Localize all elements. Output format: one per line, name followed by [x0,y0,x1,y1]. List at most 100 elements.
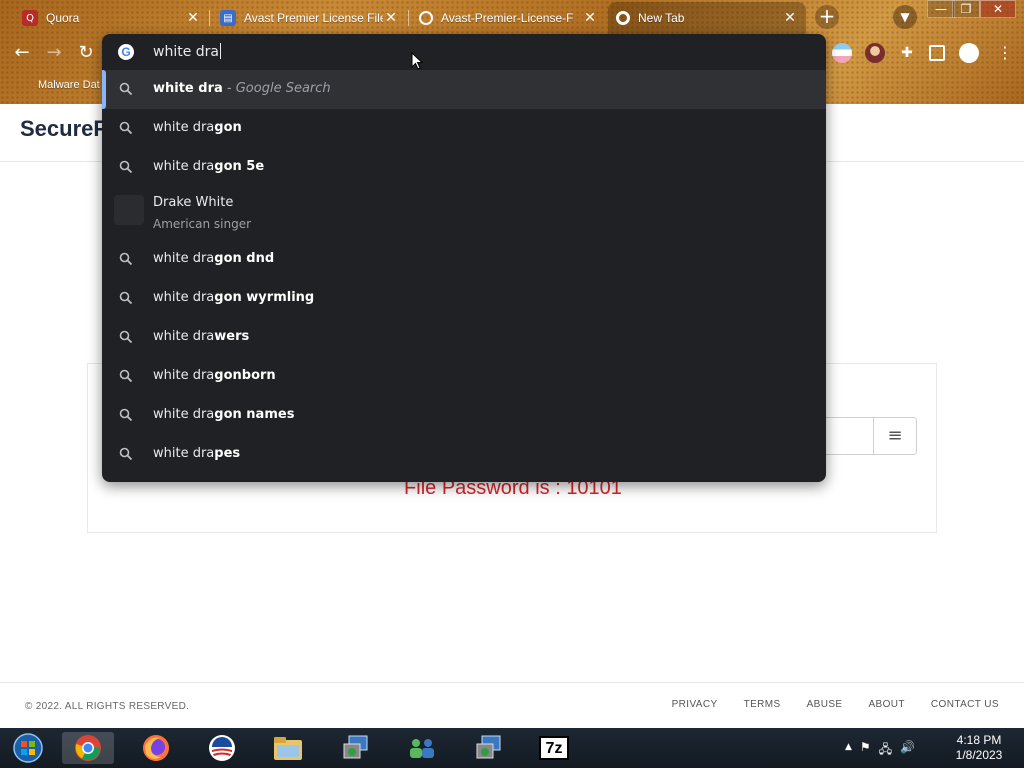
tab-avast-license[interactable]: ▤ Avast Premier License File ✕ [212,2,407,34]
chrome-icon [75,735,101,761]
quora-icon: Q [22,10,38,26]
suggestion-google-search[interactable]: white dra - Google Search [102,70,826,109]
menu-button[interactable]: ≡ [873,417,917,455]
address-bar[interactable]: G white dra [102,34,826,70]
close-window-button[interactable]: ✕ [980,0,1016,18]
tab-title: New Tab [638,11,685,25]
suggestion-typed: white dra [153,290,215,305]
close-icon[interactable]: ✕ [185,10,201,26]
suggestion-completion: gon 5e [214,159,265,174]
suggestion-typed: white dra [153,446,215,461]
footer-link-abuse[interactable]: ABUSE [807,699,843,710]
start-orb-icon [13,733,43,763]
forward-button[interactable]: → [42,42,66,66]
firefox-icon [143,735,169,761]
taskbar-explorer[interactable] [262,732,314,764]
tab-title: Avast Premier License File [244,11,383,25]
system-tray: ▲ ⚑ 🖧 🔊 [845,740,915,761]
avatar[interactable] [959,43,979,63]
suggestion-item[interactable]: white dragon [102,109,826,148]
mouse-cursor-icon [411,52,423,70]
tab-avast-premier[interactable]: Avast-Premier-License-F ✕ [411,2,606,34]
address-input[interactable]: white dra [153,43,221,60]
suggestion-completion: gon dnd [214,251,275,266]
taskbar-installer[interactable] [330,732,382,764]
footer-link-privacy[interactable]: PRIVACY [672,699,718,710]
footer-links: PRIVACY TERMS ABUSE ABOUT CONTACT US [672,699,999,710]
reload-button[interactable]: ↻ [74,42,98,66]
network-icon[interactable]: 🖧 [879,740,892,761]
footer-link-about[interactable]: ABOUT [868,699,904,710]
suggestion-typed: white dra [153,368,215,383]
taskbar-installer[interactable] [463,732,515,764]
network-people-icon [410,739,434,758]
start-button[interactable] [2,732,54,764]
installer-icon [343,735,368,759]
suggestion-item[interactable]: white dragonborn [102,357,826,396]
search-icon [119,252,133,266]
site-logo[interactable]: SecureF [20,116,107,142]
taskbar-app[interactable] [196,732,248,764]
clock-date: 1/8/2023 [955,748,1003,762]
search-icon [119,82,133,96]
suggestion-item[interactable]: white drawers [102,318,826,357]
google-icon: G [118,44,134,60]
tab-new-tab[interactable]: New Tab ✕ [608,2,806,34]
chrome-icon [616,11,630,25]
more-menu-icon[interactable]: ⋮ [995,43,1015,63]
suggestion-item[interactable]: white drapes [102,435,826,474]
suggestion-item[interactable]: white dragon names [102,396,826,435]
entity-thumbnail [114,195,144,225]
suggestion-entity[interactable]: Drake White American singer [102,187,826,239]
footer-link-terms[interactable]: TERMS [744,699,781,710]
site-footer: © 2022. ALL RIGHTS RESERVED. PRIVACY TER… [0,682,1024,728]
suggestion-typed: white dra [153,407,215,422]
taskbar-chrome[interactable] [62,732,114,764]
document-icon: ▤ [220,10,236,26]
suggestion-typed: white dra [153,120,215,135]
copyright-text: © 2022. ALL RIGHTS RESERVED. [25,701,190,712]
suggestion-item[interactable]: white dragon 5e [102,148,826,187]
suggestion-completion: wers [214,329,250,344]
puzzle-icon[interactable]: ✚ [897,43,917,63]
restore-button[interactable]: ❐ [952,0,980,18]
close-icon[interactable]: ✕ [582,10,598,26]
footer-link-contact[interactable]: CONTACT US [931,699,999,710]
search-icon [119,447,133,461]
minimize-button[interactable]: — [927,0,955,18]
chevron-down-icon[interactable]: ▼ [893,5,917,29]
clock-time: 4:18 PM [956,733,1002,747]
tab-separator [408,10,409,26]
obama-logo-icon [209,735,235,761]
profile-extension-icon[interactable] [865,43,885,63]
search-icon [119,160,133,174]
address-text: white dra [153,44,219,60]
file-explorer-icon [274,737,302,760]
7zip-icon: 7z [539,736,569,760]
clock[interactable]: 4:18 PM 1/8/2023 [944,733,1014,763]
side-panel-icon[interactable] [929,45,945,61]
flag-extension-icon[interactable] [832,43,852,63]
close-icon[interactable]: ✕ [782,10,798,26]
omnibox-dropdown: G white dra white dra - Google Search wh… [102,34,826,482]
flag-icon[interactable]: ⚑ [860,740,871,761]
suggestion-completion: gon [214,120,242,135]
suggestion-typed: white dra [153,159,215,174]
chevron-up-icon[interactable]: ▲ [845,740,852,761]
bookmark-malware[interactable]: Malware Dat [38,79,100,91]
suggestion-completion: pes [214,446,241,461]
taskbar-network[interactable] [396,732,448,764]
volume-icon[interactable]: 🔊 [900,740,915,761]
taskbar-7zip[interactable]: 7z [528,732,580,764]
taskbar-firefox[interactable] [130,732,182,764]
search-icon [119,330,133,344]
search-icon [119,408,133,422]
suggestion-item[interactable]: white dragon dnd [102,240,826,279]
suggestion-item[interactable]: white dragon wyrmling [102,279,826,318]
new-tab-button[interactable]: + [815,5,839,29]
tab-quora[interactable]: Q Quora ✕ [14,2,209,34]
close-icon[interactable]: ✕ [383,10,399,26]
windows-taskbar: 7z ▲ ⚑ 🖧 🔊 4:18 PM 1/8/2023 [0,728,1024,768]
back-button[interactable]: ← [10,42,34,66]
search-icon [119,121,133,135]
